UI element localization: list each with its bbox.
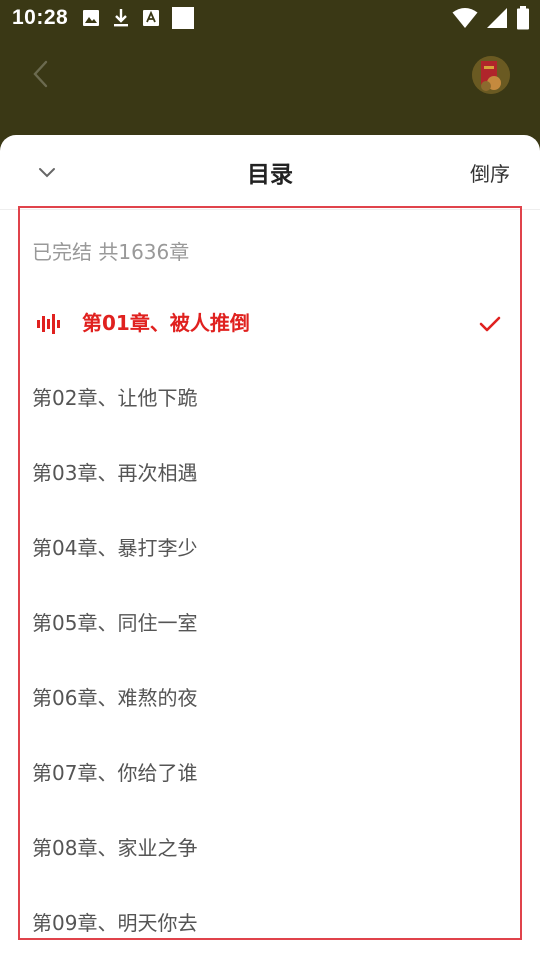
sheet-title: 目录 (247, 162, 293, 188)
chapter-title: 第02章、让他下跪 (32, 386, 198, 410)
download-icon (114, 9, 129, 27)
toc-sheet: 目录 倒序 已完结 共1636章 第01章、被人推倒第02章、让他下跪 第03章、… (0, 135, 540, 960)
system-icons (452, 6, 530, 30)
chapter-title: 第08章、家业之争 (32, 836, 198, 860)
wifi-icon (452, 8, 478, 28)
chapter-item[interactable]: 第09章、明天你去 (20, 886, 520, 938)
back-arrow-icon[interactable] (24, 56, 60, 92)
sheet-header: 目录 倒序 (0, 135, 540, 210)
reverse-order-button[interactable]: 倒序 (470, 158, 510, 187)
chapter-item[interactable]: 第05章、同住一室 (20, 586, 520, 661)
chapter-item[interactable]: 第04章、暴打李少 (20, 511, 520, 586)
chapter-title: 第05章、同住一室 (32, 611, 198, 635)
book-cover-image (472, 56, 510, 94)
status-bar: 10:28 (0, 0, 540, 36)
chapter-title: 第03章、再次相遇 (32, 461, 198, 485)
check-icon (479, 316, 501, 332)
chapter-title: 第09章、明天你去 (32, 911, 198, 935)
chapter-item[interactable]: 第02章、让他下跪 (20, 361, 520, 436)
notification-icons (82, 7, 195, 29)
chapter-title: 第01章、被人推倒 (82, 311, 250, 335)
signal-icon (487, 8, 507, 28)
book-cover-avatar[interactable] (472, 56, 510, 94)
playing-audio-icon (37, 314, 60, 334)
image-icon (83, 10, 100, 26)
chapter-item[interactable]: 第01章、被人推倒 (20, 286, 520, 361)
chapter-title: 第07章、你给了谁 (32, 761, 198, 785)
screen: 10:28 目录 倒序 已完结 共1636章 第01章、被人推倒 第02章、让他… (0, 0, 540, 960)
chapter-item[interactable]: 第07章、你给了谁 (20, 736, 520, 811)
chapter-list[interactable]: 已完结 共1636章 第01章、被人推倒第02章、让他下跪 第03章、再次相遇 第0… (18, 206, 522, 940)
chapter-item[interactable]: 第08章、家业之争 (20, 811, 520, 886)
blank-notification-icon (172, 7, 195, 29)
book-status-text: 已完结 共1636章 (32, 240, 190, 264)
chapter-item[interactable]: 第03章、再次相遇 (20, 436, 520, 511)
font-app-icon (143, 10, 160, 26)
chapter-title: 第04章、暴打李少 (32, 536, 198, 560)
status-time: 10:28 (12, 6, 69, 29)
chapter-title: 第06章、难熬的夜 (32, 686, 198, 710)
battery-icon (517, 6, 529, 30)
chapter-item[interactable]: 第06章、难熬的夜 (20, 661, 520, 736)
